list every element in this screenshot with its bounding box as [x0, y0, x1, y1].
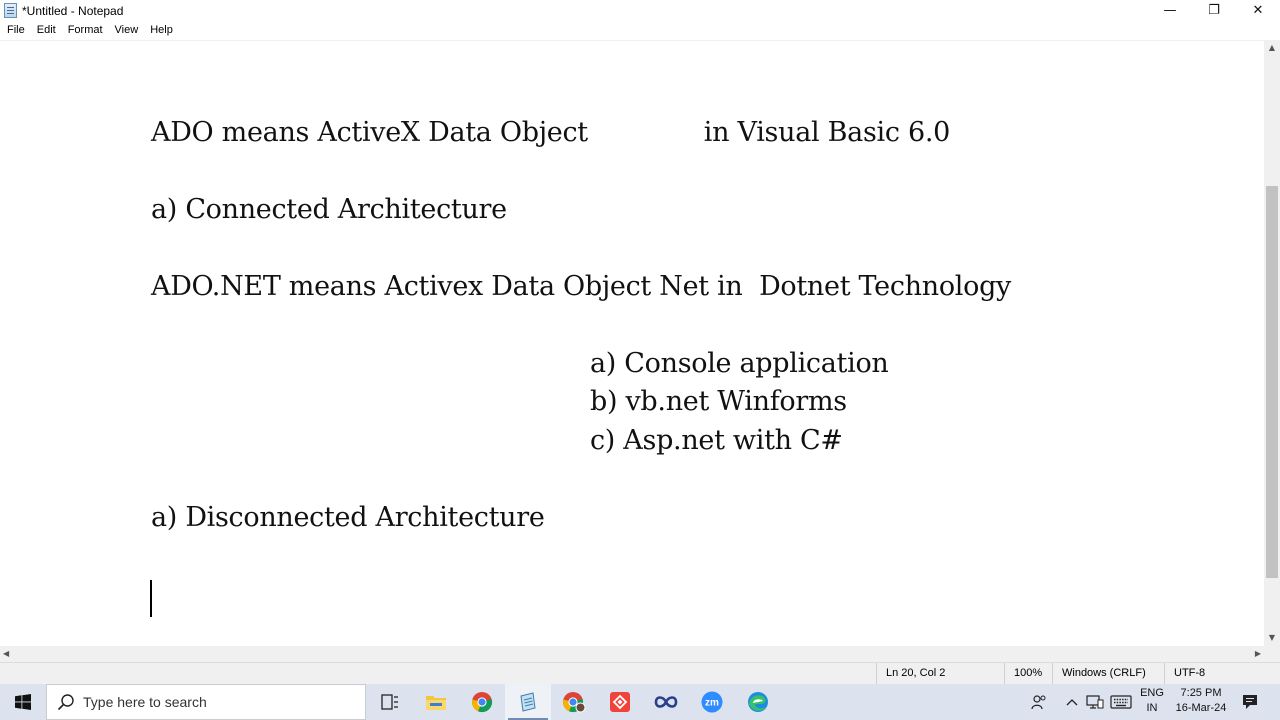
- menu-help[interactable]: Help: [144, 21, 179, 40]
- infinity-app-button[interactable]: [643, 684, 689, 720]
- zoom-button[interactable]: zm: [689, 684, 735, 720]
- notification-icon: [1243, 695, 1257, 709]
- window-title: *Untitled - Notepad: [22, 4, 124, 18]
- clock-date: 16-Mar-24: [1175, 702, 1227, 714]
- people-icon: [1031, 695, 1046, 710]
- edge-button[interactable]: [735, 684, 781, 720]
- task-view-button[interactable]: [367, 684, 413, 720]
- start-button[interactable]: [0, 684, 46, 720]
- menu-bar: File Edit Format View Help: [0, 21, 1280, 40]
- menu-view[interactable]: View: [109, 21, 145, 40]
- restore-icon: ❐: [1208, 3, 1220, 18]
- network-button[interactable]: [1084, 684, 1106, 720]
- editor-line: a) Disconnected Architecture: [151, 502, 545, 533]
- vertical-scroll-thumb[interactable]: [1266, 186, 1278, 578]
- notifications-button[interactable]: [1238, 684, 1262, 720]
- editor-line: ADO.NET means Activex Data Object Net in…: [151, 271, 1012, 302]
- lang-primary: ENG: [1140, 687, 1164, 699]
- chrome-button[interactable]: [459, 684, 505, 720]
- scroll-left-icon[interactable]: ◀: [3, 646, 9, 662]
- text-editor[interactable]: ADO means ActiveX Data Object in Visual …: [0, 40, 1264, 646]
- chevron-up-icon: [1066, 699, 1078, 706]
- notepad-taskbar-button[interactable]: [505, 684, 551, 720]
- file-explorer-icon: [426, 696, 446, 710]
- zoom-label: zm: [705, 698, 719, 709]
- cursor-position: Ln 20, Col 2: [876, 663, 1004, 684]
- search-input[interactable]: [83, 694, 333, 710]
- menu-file[interactable]: File: [1, 21, 31, 40]
- edge-icon: [748, 692, 768, 712]
- menu-edit[interactable]: Edit: [31, 21, 62, 40]
- windows-logo-icon: [15, 694, 31, 710]
- line-ending: Windows (CRLF): [1052, 663, 1164, 684]
- network-icon: [1086, 695, 1104, 709]
- taskbar-search-box[interactable]: [46, 684, 366, 720]
- text-caret: [150, 580, 152, 617]
- task-view-icon: [381, 694, 398, 710]
- editor-line: b) vb.net Winforms: [151, 386, 847, 417]
- clock-time: 7:25 PM: [1180, 687, 1222, 699]
- title-bar: *Untitled - Notepad — ❐ ✕: [0, 0, 1280, 21]
- search-icon: [57, 694, 74, 711]
- input-language[interactable]: ENG IN: [1138, 686, 1166, 716]
- zoom-level: 100%: [1004, 663, 1052, 684]
- horizontal-scrollbar[interactable]: ◀ ▶: [0, 646, 1264, 662]
- anydesk-button[interactable]: [597, 684, 643, 720]
- menu-format[interactable]: Format: [62, 21, 109, 40]
- scroll-right-icon[interactable]: ▶: [1255, 646, 1261, 662]
- chrome-profile-icon: [563, 692, 586, 713]
- chrome-icon: [472, 692, 493, 713]
- zoom-icon: zm: [701, 691, 723, 713]
- maximize-button[interactable]: ❐: [1192, 0, 1236, 21]
- editor-line: a) Connected Architecture: [151, 194, 507, 225]
- infinity-app-icon: [654, 696, 678, 708]
- keyboard-icon: [1110, 695, 1132, 709]
- scrollbar-corner: [1264, 646, 1280, 662]
- editor-line: c) Asp.net with C#: [151, 425, 843, 456]
- keyboard-button[interactable]: [1108, 684, 1134, 720]
- editor-line: a) Console application: [151, 348, 889, 379]
- anydesk-icon: [610, 692, 630, 712]
- chrome-profile-button[interactable]: [551, 684, 597, 720]
- editor-line: ADO means ActiveX Data Object in Visual …: [151, 117, 950, 148]
- vertical-scrollbar[interactable]: ▲ ▼: [1264, 40, 1280, 646]
- notepad-icon: [520, 692, 536, 712]
- scroll-down-icon[interactable]: ▼: [1264, 632, 1280, 644]
- show-hidden-icons-button[interactable]: [1062, 684, 1082, 720]
- clock[interactable]: 7:25 PM 16-Mar-24: [1168, 686, 1234, 716]
- encoding: UTF-8: [1164, 663, 1280, 684]
- notepad-icon: [4, 3, 17, 18]
- minimize-button[interactable]: —: [1148, 0, 1192, 21]
- taskbar: zm: [0, 684, 1280, 720]
- close-icon: ✕: [1252, 3, 1264, 18]
- people-button[interactable]: [1026, 684, 1052, 720]
- status-bar: Ln 20, Col 2 100% Windows (CRLF) UTF-8: [0, 662, 1280, 684]
- file-explorer-button[interactable]: [413, 684, 459, 720]
- close-button[interactable]: ✕: [1236, 0, 1280, 21]
- minimize-icon: —: [1163, 3, 1177, 18]
- scroll-up-icon[interactable]: ▲: [1264, 42, 1280, 54]
- lang-secondary: IN: [1146, 702, 1158, 714]
